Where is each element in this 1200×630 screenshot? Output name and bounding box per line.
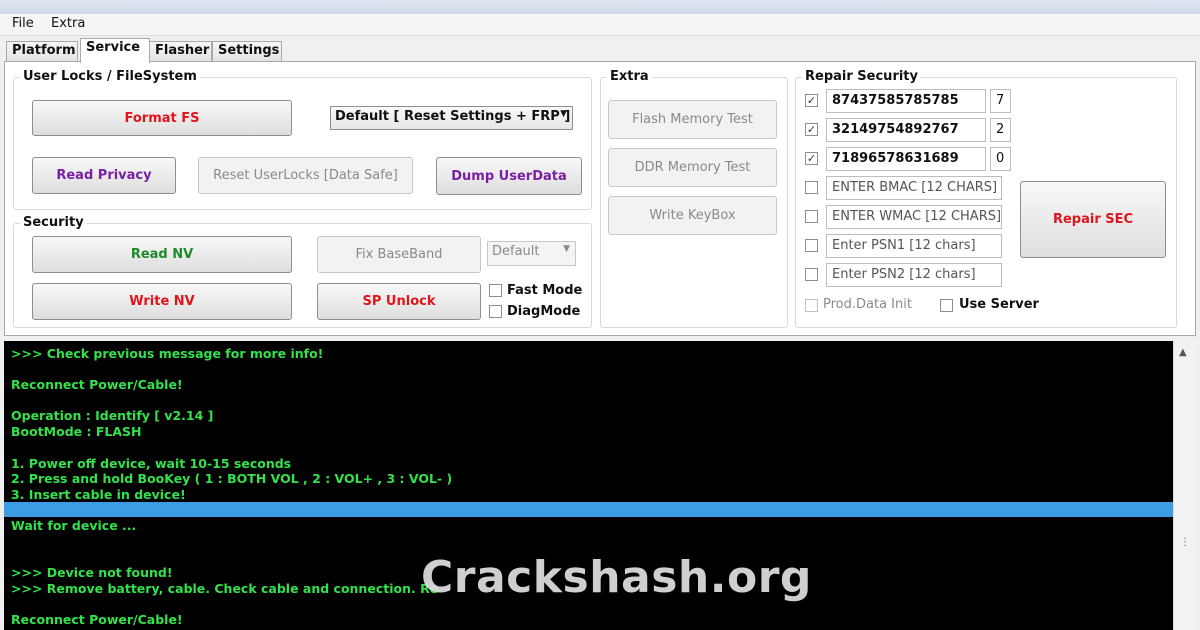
window-title-bar <box>0 0 1200 14</box>
format-fs-button[interactable]: Format FS <box>32 100 292 136</box>
row-3-checkbox[interactable]: ✓ <box>805 152 818 165</box>
chevron-down-icon: ▼ <box>560 109 567 119</box>
repair-security-title: Repair Security <box>802 69 921 84</box>
watermark: Crackshash.org <box>421 552 812 603</box>
scroll-grip-icon[interactable]: ⋮ <box>1180 537 1190 548</box>
tab-service[interactable]: Service <box>80 38 150 63</box>
imei-3-check-digit[interactable]: 0 <box>990 147 1011 171</box>
log-line: Operation : Identify [ v2.14 ] <box>11 408 214 423</box>
ddr-memory-test-button[interactable]: DDR Memory Test <box>608 148 777 187</box>
tab-settings[interactable]: Settings <box>212 41 282 62</box>
prod-data-init-checkbox[interactable] <box>805 299 818 312</box>
sp-unlock-button[interactable]: SP Unlock <box>317 283 481 320</box>
log-line: >>> Check previous message for more info… <box>11 346 324 361</box>
bmac-field[interactable]: ENTER BMAC [12 CHARS] <box>826 176 1002 200</box>
wmac-field[interactable]: ENTER WMAC [12 CHARS] <box>826 205 1002 229</box>
bmac-checkbox[interactable] <box>805 181 818 194</box>
reset-mode-select[interactable]: Default [ Reset Settings + FRP ] ▼ <box>330 106 573 130</box>
prod-data-init-label: Prod.Data Init <box>823 297 912 312</box>
imei-2-field[interactable]: 32149754892767 <box>826 118 986 142</box>
fix-baseband-button[interactable]: Fix BaseBand <box>317 236 481 273</box>
scroll-up-icon[interactable]: ▲ <box>1179 347 1187 358</box>
row-2-checkbox[interactable]: ✓ <box>805 123 818 136</box>
use-server-checkbox[interactable] <box>940 299 953 312</box>
psn2-checkbox[interactable] <box>805 268 818 281</box>
write-nv-button[interactable]: Write NV <box>32 283 292 320</box>
reset-mode-value: Default [ Reset Settings + FRP ] <box>335 109 571 124</box>
menu-extra[interactable]: Extra <box>51 16 85 31</box>
read-nv-button[interactable]: Read NV <box>32 236 292 273</box>
log-scrollbar[interactable]: ▲ ⋮ <box>1173 341 1196 630</box>
dump-userdata-button[interactable]: Dump UserData <box>436 157 582 195</box>
imei-3-field[interactable]: 71896578631689 <box>826 147 986 171</box>
selected-log-line <box>4 502 1173 517</box>
user-locks-title: User Locks / FileSystem <box>20 69 200 84</box>
log-line: Reconnect Power/Cable! <box>11 377 183 392</box>
log-line: Wait for device ... <box>11 518 137 533</box>
baseband-select[interactable]: Default ▼ <box>487 241 576 266</box>
log-line: >>> Remove battery, cable. Check cable a… <box>11 581 439 596</box>
use-server-label: Use Server <box>959 297 1039 312</box>
menu-file[interactable]: File <box>12 16 34 31</box>
extra-title: Extra <box>607 69 652 84</box>
diag-mode-checkbox[interactable] <box>489 305 502 318</box>
psn2-field[interactable]: Enter PSN2 [12 chars] <box>826 263 1002 287</box>
chevron-down-icon: ▼ <box>563 244 570 254</box>
read-privacy-button[interactable]: Read Privacy <box>32 157 176 194</box>
imei-2-check-digit[interactable]: 2 <box>990 118 1011 142</box>
wmac-checkbox[interactable] <box>805 210 818 223</box>
reset-userlocks-button[interactable]: Reset UserLocks [Data Safe] <box>198 157 413 194</box>
imei-1-check-digit[interactable]: 7 <box>990 89 1011 113</box>
fast-mode-label: Fast Mode <box>507 283 583 298</box>
fast-mode-checkbox[interactable] <box>489 284 502 297</box>
security-title: Security <box>20 215 87 230</box>
tab-flasher[interactable]: Flasher <box>149 41 212 62</box>
imei-1-field[interactable]: 87437585785785 <box>826 89 986 113</box>
baseband-value: Default <box>492 244 540 259</box>
psn1-checkbox[interactable] <box>805 239 818 252</box>
log-line: 2. Press and hold BooKey ( 1 : BOTH VOL … <box>11 471 453 486</box>
flash-memory-test-button[interactable]: Flash Memory Test <box>608 100 777 139</box>
log-line: Reconnect Power/Cable! <box>11 612 183 627</box>
diag-mode-label: DiagMode <box>507 304 581 319</box>
menu-bar: File Extra <box>0 14 1200 36</box>
log-line: 3. Insert cable in device! <box>11 487 186 502</box>
psn1-field[interactable]: Enter PSN1 [12 chars] <box>826 234 1002 258</box>
log-line: BootMode : FLASH <box>11 424 142 439</box>
log-line: 1. Power off device, wait 10-15 seconds <box>11 456 292 471</box>
repair-sec-button[interactable]: Repair SEC <box>1020 181 1166 258</box>
log-line: >>> Device not found! <box>11 565 173 580</box>
write-keybox-button[interactable]: Write KeyBox <box>608 196 777 235</box>
tab-platform[interactable]: Platform <box>6 41 78 62</box>
row-1-checkbox[interactable]: ✓ <box>805 94 818 107</box>
